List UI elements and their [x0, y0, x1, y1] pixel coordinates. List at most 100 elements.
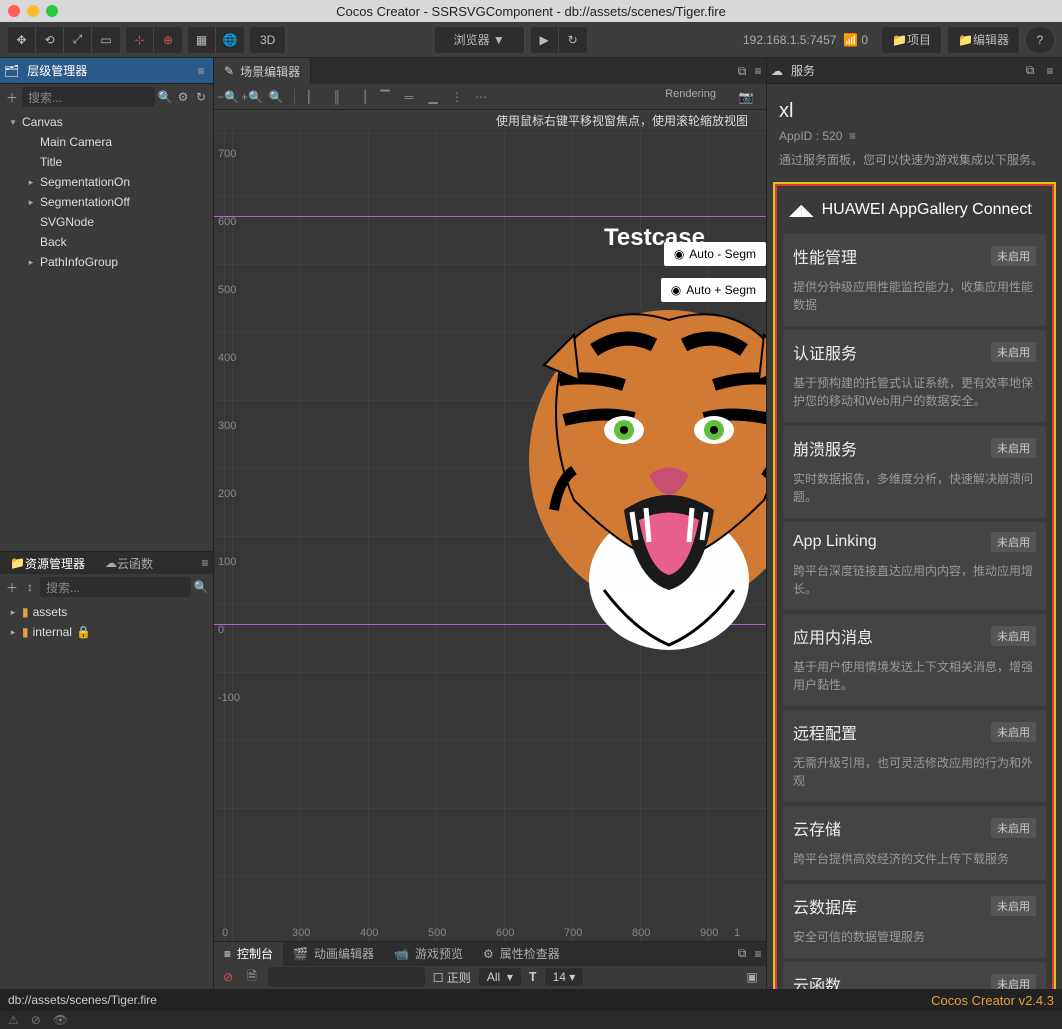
- align-middle-icon[interactable]: ═: [399, 87, 419, 107]
- hierarchy-node[interactable]: SVGNode: [0, 212, 213, 232]
- status-warning-icon[interactable]: ⚠: [8, 1013, 19, 1027]
- service-card[interactable]: 崩溃服务未启用实时数据报告，多维度分析，快速解决崩溃问题。: [783, 426, 1046, 518]
- hierarchy-node[interactable]: ▸SegmentationOn: [0, 172, 213, 192]
- service-card[interactable]: 云数据库未启用安全可信的数据管理服务: [783, 884, 1046, 958]
- hierarchy-title: 层级管理器: [23, 62, 189, 79]
- assets-add-button[interactable]: ＋: [4, 579, 20, 595]
- console-open-log-button[interactable]: 🗎: [244, 969, 260, 985]
- play-button[interactable]: ▶: [531, 27, 559, 53]
- panel-menu-icon[interactable]: ≡: [1042, 63, 1058, 79]
- hierarchy-tree: ▾CanvasMain CameraTitle▸SegmentationOn▸S…: [0, 110, 213, 551]
- anchor-toggle-button[interactable]: ⊹: [126, 27, 154, 53]
- console-filter-input[interactable]: [268, 967, 425, 987]
- dist-v-icon[interactable]: ⋯: [471, 87, 491, 107]
- popout-icon[interactable]: ⧉: [734, 63, 750, 79]
- service-card[interactable]: 应用内消息未启用基于用户使用情境发送上下文相关消息，增强用户黏性。: [783, 614, 1046, 706]
- align-center-icon[interactable]: ║: [327, 87, 347, 107]
- tab-cloud-functions[interactable]: ☁ 云函数: [95, 552, 163, 574]
- hierarchy-search-icon[interactable]: 🔍: [157, 89, 173, 105]
- panel-menu-icon[interactable]: ≡: [193, 63, 209, 79]
- services-section-header[interactable]: ◢◣ HUAWEI AppGallery Connect: [781, 190, 1048, 230]
- tab-assets[interactable]: 📁 资源管理器: [0, 552, 95, 574]
- service-status-badge: 未启用: [991, 438, 1036, 458]
- tab-game-preview[interactable]: 📹 游戏预览: [384, 942, 473, 966]
- tab-animation-editor[interactable]: 🎬 动画编辑器: [283, 942, 384, 966]
- hierarchy-node[interactable]: Back: [0, 232, 213, 252]
- hierarchy-node[interactable]: Main Camera: [0, 132, 213, 152]
- hierarchy-filter-icon[interactable]: ⚙: [175, 89, 191, 105]
- service-panel-desc: 通过服务面板，您可以快速为游戏集成以下服务。: [779, 151, 1050, 168]
- service-card[interactable]: App Linking未启用跨平台深度链接直达应用内内容，推动应用增长。: [783, 522, 1046, 610]
- assets-node[interactable]: ▸▮internal 🔒: [0, 622, 213, 642]
- 3d-toggle-button[interactable]: 3D: [250, 27, 286, 53]
- assets-search-icon[interactable]: 🔍: [193, 579, 209, 595]
- editor-button[interactable]: 📁 编辑器: [948, 27, 1020, 53]
- service-card[interactable]: 云函数未启用事件驱动的函数计算平台，保证高可用与伸缩，让您便捷运行代码而无需管理…: [783, 962, 1046, 989]
- close-window-button[interactable]: [8, 5, 20, 17]
- scale-tool-button[interactable]: ⤢: [64, 27, 92, 53]
- rendering-label: Rendering: [665, 88, 716, 100]
- service-app-name: xl: [779, 100, 1050, 123]
- service-card[interactable]: 性能管理未启用提供分钟级应用性能监控能力，收集应用性能数据: [783, 234, 1046, 326]
- project-button[interactable]: 📁 项目: [882, 27, 942, 53]
- hierarchy-node[interactable]: ▾Canvas: [0, 112, 213, 132]
- console-fontsize-select[interactable]: 14 ▾: [545, 968, 584, 986]
- console-collapse-button[interactable]: ▣: [744, 969, 760, 985]
- align-button[interactable]: ▦: [188, 27, 216, 53]
- rotate-tool-button[interactable]: ⟲: [36, 27, 64, 53]
- console-regex-checkbox[interactable]: ☐ 正则: [433, 969, 471, 986]
- service-status-badge: 未启用: [991, 342, 1036, 362]
- status-view-icon[interactable]: 👁: [53, 1013, 68, 1027]
- tab-inspector[interactable]: ⚙ 属性检查器: [473, 942, 570, 966]
- service-status-badge: 未启用: [991, 246, 1036, 266]
- panel-menu-icon[interactable]: ≡: [750, 63, 766, 79]
- align-bottom-icon[interactable]: ▁: [423, 87, 443, 107]
- popout-icon[interactable]: ⧉: [1022, 63, 1038, 79]
- local-toggle-button[interactable]: ⊕: [154, 27, 182, 53]
- ruler-y-tick: 0: [218, 624, 224, 636]
- ruler-y-tick: 300: [218, 420, 236, 432]
- move-tool-button[interactable]: ✥: [8, 27, 36, 53]
- console-level-select[interactable]: All ▾: [479, 968, 521, 986]
- help-button[interactable]: ?: [1026, 27, 1054, 53]
- service-status-badge: 未启用: [991, 722, 1036, 742]
- tab-scene-editor[interactable]: ✎ 场景编辑器: [214, 58, 311, 84]
- align-top-icon[interactable]: ▔: [375, 87, 395, 107]
- popout-icon[interactable]: ⧉: [734, 946, 750, 962]
- service-card[interactable]: 远程配置未启用无需升级引用，也可灵活修改应用的行为和外观: [783, 710, 1046, 802]
- assets-sort-button[interactable]: ↕: [22, 579, 38, 595]
- zoom-out-icon[interactable]: −🔍: [218, 87, 238, 107]
- panel-menu-icon[interactable]: ≡: [750, 946, 766, 962]
- hierarchy-add-button[interactable]: ＋: [4, 89, 20, 105]
- zoom-fit-icon[interactable]: 🔍: [266, 87, 286, 107]
- assets-node[interactable]: ▸▮assets: [0, 602, 213, 622]
- hierarchy-search-input[interactable]: 搜索...: [22, 87, 155, 107]
- service-app-id: AppID : 520 ≡: [779, 129, 1050, 143]
- hierarchy-refresh-icon[interactable]: ↻: [193, 89, 209, 105]
- scene-canvas[interactable]: 7006005004003002001000-100 0300400500600…: [214, 130, 766, 941]
- dist-h-icon[interactable]: ⋮: [447, 87, 467, 107]
- hierarchy-node[interactable]: ▸SegmentationOff: [0, 192, 213, 212]
- assets-search-input[interactable]: 搜索...: [40, 577, 191, 597]
- reload-button[interactable]: ↻: [559, 27, 587, 53]
- align-right-icon[interactable]: ▕: [351, 87, 371, 107]
- align-left-icon[interactable]: ▏: [303, 87, 323, 107]
- hierarchy-node[interactable]: Title: [0, 152, 213, 172]
- maximize-window-button[interactable]: [46, 5, 58, 17]
- service-card[interactable]: 云存储未启用跨平台提供高效经济的文件上传下载服务: [783, 806, 1046, 880]
- hierarchy-node[interactable]: ▸PathInfoGroup: [0, 252, 213, 272]
- ruler-x-tick: 900: [700, 927, 718, 939]
- service-card[interactable]: 认证服务未启用基于预构建的托管式认证系统，更有效率地保护您的移动和Web用户的数…: [783, 330, 1046, 422]
- preview-platform-select[interactable]: 浏览器 ▼: [435, 27, 525, 53]
- tab-console[interactable]: ≡ 控制台: [214, 942, 283, 966]
- panel-menu-icon[interactable]: ≡: [197, 555, 213, 571]
- status-error-icon[interactable]: ⊘: [31, 1013, 41, 1027]
- console-clear-button[interactable]: ⊘: [220, 969, 236, 985]
- zoom-in-icon[interactable]: +🔍: [242, 87, 262, 107]
- ruler-x-tick: 1: [734, 927, 740, 939]
- minimize-window-button[interactable]: [27, 5, 39, 17]
- auto-minus-segment-button[interactable]: ◉ Auto - Segm: [664, 242, 766, 266]
- rect-tool-button[interactable]: ▭: [92, 27, 120, 53]
- camera-icon[interactable]: 📷: [736, 87, 756, 107]
- world-button[interactable]: 🌐: [216, 27, 244, 53]
